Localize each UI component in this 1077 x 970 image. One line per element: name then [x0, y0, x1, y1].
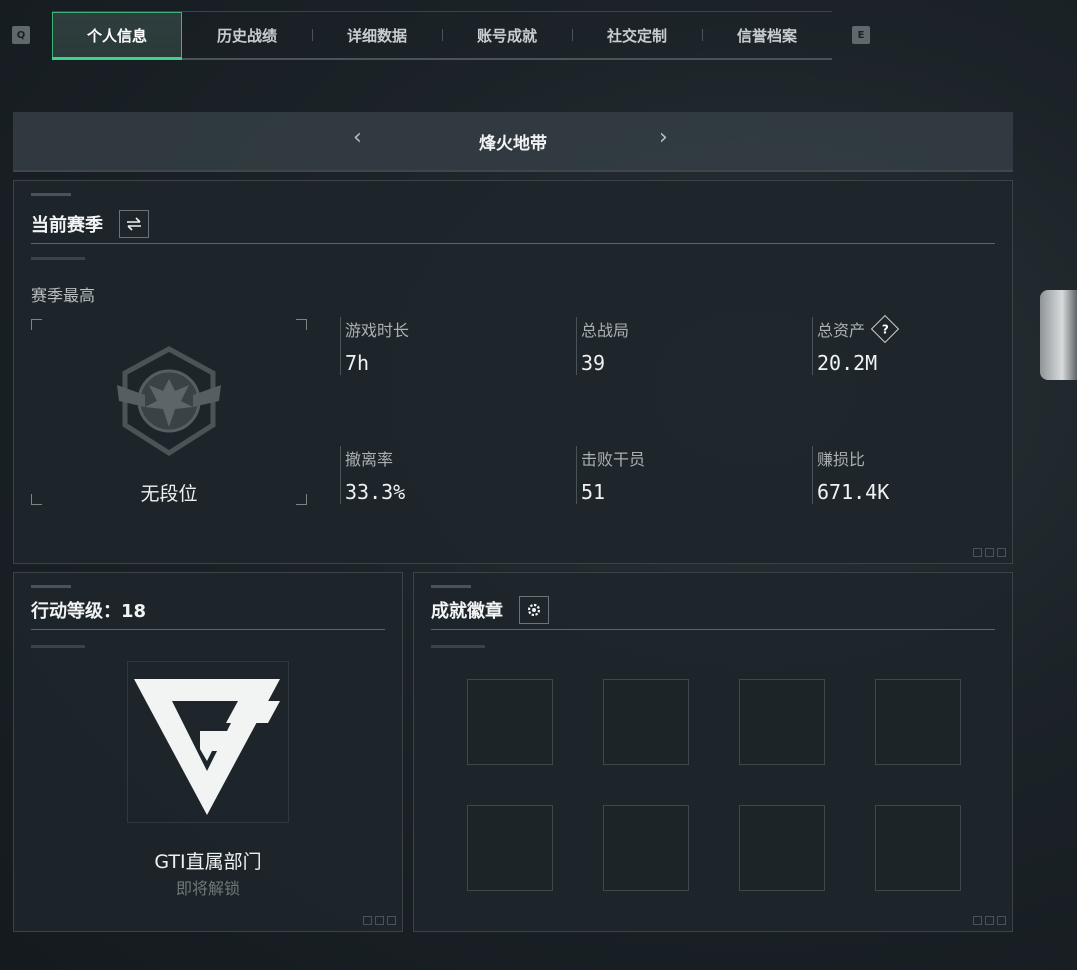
badge-slot[interactable] [875, 805, 961, 891]
stat-label: 撤离率 [345, 450, 394, 469]
character-model-edge [1040, 290, 1077, 380]
stat-value: 39 [581, 351, 606, 375]
header-underline-decoration [431, 645, 485, 648]
stat-profit-ratio: 赚损比 671.4K [812, 446, 997, 504]
tab-detailed-data[interactable]: 详细数据 [312, 12, 442, 58]
stat-value: 33.3% [345, 480, 406, 504]
badge-settings-button[interactable] [519, 596, 549, 624]
prev-mode-button[interactable]: ‹ [353, 125, 362, 150]
tab-achievements[interactable]: 账号成就 [442, 12, 572, 58]
header-underline-decoration [31, 645, 85, 648]
mode-selector: ‹ 烽火地带 › [13, 112, 1013, 172]
stat-value: 7h [345, 351, 370, 375]
stat-label: 总战局 [581, 321, 630, 340]
swap-arrows-icon [127, 217, 141, 231]
badge-slot[interactable] [467, 679, 553, 765]
stat-total-assets: 总资产 ? 20.2M [812, 314, 997, 375]
badges-title: 成就徽章 [431, 601, 503, 622]
rank-eagle-emblem-icon [117, 346, 221, 456]
corner-decoration [973, 548, 1006, 557]
stat-extract-rate: 撤离率 33.3% [340, 446, 545, 504]
frame-corner [296, 319, 307, 330]
action-level-title: 行动等级：18 [31, 601, 147, 622]
badge-slot[interactable] [739, 679, 825, 765]
tab-personal-info[interactable]: 个人信息 [52, 12, 182, 60]
stat-label: 赚损比 [817, 450, 866, 469]
stat-label: 总资产 ? [817, 314, 997, 344]
mode-title: 烽火地带 [479, 133, 547, 154]
gti-logo-icon [134, 679, 280, 815]
tab-credit[interactable]: 信誉档案 [702, 12, 832, 58]
top-tab-bar: 个人信息 历史战绩 详细数据 账号成就 社交定制 信誉档案 [52, 11, 832, 60]
season-header: 当前赛季 [31, 205, 995, 244]
header-underline-decoration [31, 257, 85, 260]
stat-label: 游戏时长 [345, 321, 410, 340]
stat-label-text: 总资产 [817, 321, 866, 340]
swap-season-button[interactable] [119, 210, 149, 238]
panel-tag-decoration [31, 193, 71, 196]
stat-total-games: 总战局 39 [576, 317, 781, 375]
corner-decoration [363, 916, 396, 925]
next-mode-button[interactable]: › [659, 125, 668, 150]
rank-display: 无段位 [31, 319, 307, 505]
achievement-badges-panel: 成就徽章 [413, 572, 1013, 932]
help-symbol: ? [881, 322, 889, 336]
stat-value: 671.4K [817, 480, 890, 504]
panel-tag-decoration [431, 585, 471, 588]
rank-name: 无段位 [140, 483, 198, 505]
badge-slot[interactable] [603, 679, 689, 765]
tab-social[interactable]: 社交定制 [572, 12, 702, 58]
stat-label: 击败干员 [581, 450, 646, 469]
department-name: GTI直属部门 [154, 851, 262, 873]
badge-slot[interactable] [467, 805, 553, 891]
tab-history[interactable]: 历史战绩 [182, 12, 312, 58]
season-title: 当前赛季 [31, 215, 103, 236]
help-icon[interactable]: ? [870, 314, 900, 344]
badge-slot[interactable] [875, 679, 961, 765]
badge-slot[interactable] [603, 805, 689, 891]
season-panel: 当前赛季 赛季最高 无段位 游戏时长 7h 总战局 39 总资产 ? 20.2M… [13, 180, 1013, 564]
stat-kills: 击败干员 51 [576, 446, 781, 504]
q-key-hint[interactable]: Q [12, 26, 30, 44]
action-level-panel: 行动等级：18 GTI直属部门 即将解锁 [13, 572, 403, 932]
badge-slot[interactable] [739, 805, 825, 891]
corner-decoration [973, 916, 1006, 925]
gear-icon [527, 603, 541, 617]
unlock-status: 即将解锁 [175, 879, 240, 898]
panel-tag-decoration [31, 585, 71, 588]
badges-header: 成就徽章 [431, 591, 995, 630]
level-header: 行动等级：18 [31, 591, 385, 630]
e-key-hint[interactable]: E [852, 26, 870, 44]
season-best-label: 赛季最高 [31, 286, 96, 305]
frame-corner [31, 319, 42, 330]
stat-value: 20.2M [817, 351, 878, 375]
stat-value: 51 [581, 480, 606, 504]
stat-play-time: 游戏时长 7h [340, 317, 545, 375]
